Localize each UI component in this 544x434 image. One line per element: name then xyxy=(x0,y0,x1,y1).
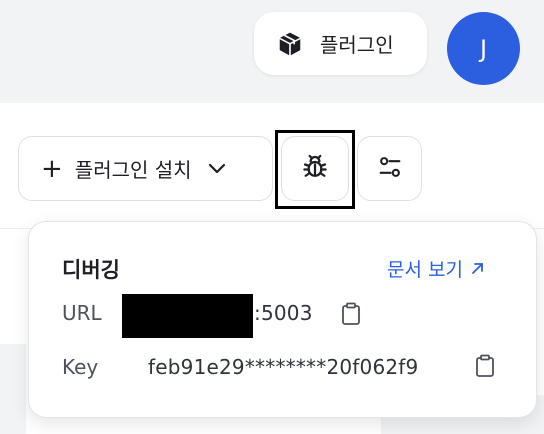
user-avatar[interactable]: J xyxy=(447,12,520,85)
filter-settings-button[interactable] xyxy=(357,136,422,201)
key-value: feb91e29********20f062f9 xyxy=(148,355,419,379)
debug-button[interactable] xyxy=(281,136,349,201)
plus-icon: + xyxy=(41,153,63,184)
plugins-button[interactable]: 플러그인 xyxy=(254,12,427,75)
debug-popover: 디버깅 문서 보기 URL :5003 Key feb91e29********… xyxy=(28,221,537,418)
plugins-button-label: 플러그인 xyxy=(320,33,394,57)
view-docs-link[interactable]: 문서 보기 xyxy=(387,255,484,282)
copy-key-icon[interactable] xyxy=(473,353,497,379)
chevron-down-icon xyxy=(208,163,226,175)
bug-icon xyxy=(300,152,330,186)
install-plugin-label: 플러그인 설치 xyxy=(74,158,192,182)
debug-title: 디버깅 xyxy=(62,258,120,282)
key-label: Key xyxy=(62,355,99,379)
arrow-up-right-icon xyxy=(471,262,484,275)
url-value: :5003 xyxy=(254,301,313,325)
redacted-url-host xyxy=(122,294,253,338)
view-docs-label: 문서 보기 xyxy=(387,259,463,281)
sliders-icon xyxy=(376,153,404,185)
package-icon xyxy=(275,29,305,59)
copy-url-icon[interactable] xyxy=(339,301,363,327)
url-label: URL xyxy=(62,301,102,325)
background-panel-left xyxy=(0,344,26,434)
install-plugin-button[interactable]: + 플러그인 설치 xyxy=(18,136,273,201)
top-bar: 플러그인 J xyxy=(0,0,544,103)
